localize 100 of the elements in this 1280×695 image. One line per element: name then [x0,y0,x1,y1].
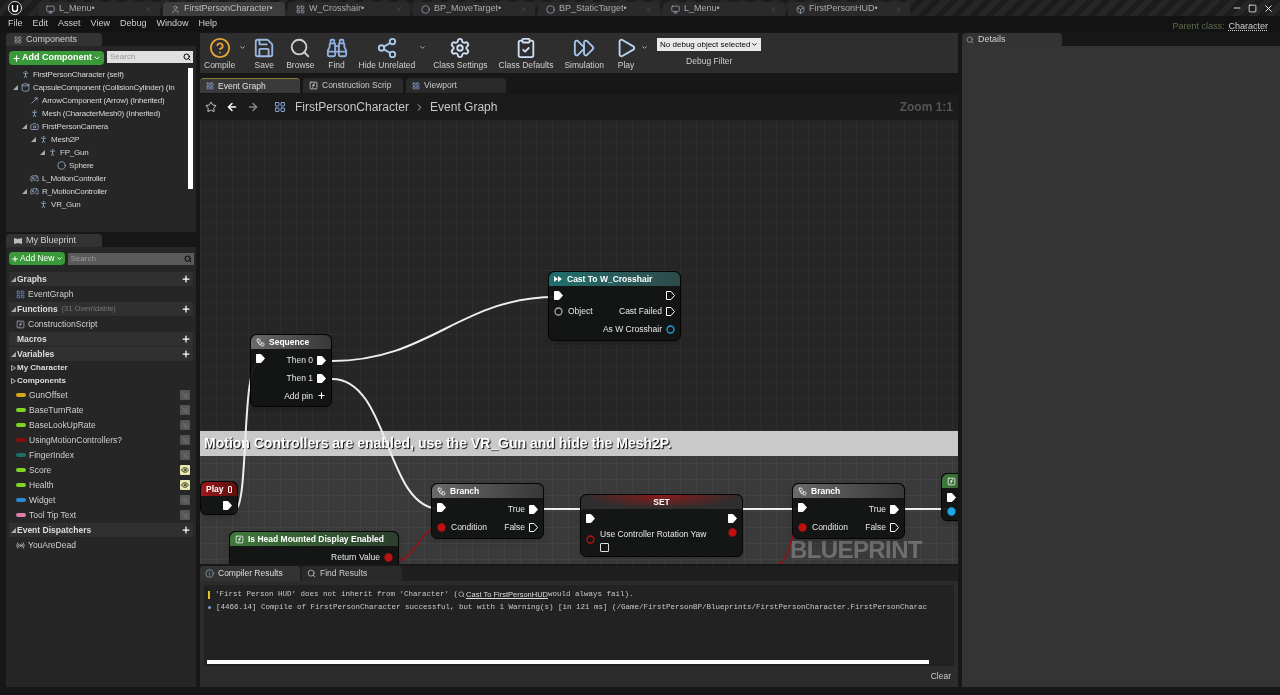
section-header[interactable]: Macros [9,332,193,346]
toolbar-button[interactable]: Save [249,33,280,73]
results-tab[interactable]: Find Results [302,566,402,581]
pin-label: Then 0 [286,354,313,367]
list-item[interactable]: GunOffset [29,388,68,402]
pin-label: Return Value [331,551,380,564]
list-item[interactable]: ConstructionScript [28,317,98,331]
panel-tab[interactable]: Components [6,33,102,46]
search-field[interactable]: Search [107,51,183,63]
pin-label: Add pin [284,389,313,403]
menu-item[interactable]: Edit [32,17,49,31]
menu-item[interactable]: View [90,17,110,31]
debug-filter-dropdown[interactable]: No debug object selected [657,38,762,52]
tree-item[interactable]: CapsuleComponent (CollisionCylinder) (In [33,81,175,94]
parent-class-label: Parent class: [1172,20,1225,34]
tree-item[interactable]: L_MotionController [42,172,106,185]
pin-label: True [507,503,525,516]
toolbar-button[interactable]: Class Settings [429,33,492,73]
graph-tab[interactable]: Construction Scrip [303,78,403,93]
pin-label: False [865,520,886,534]
toolbar-button[interactable]: Find [321,33,352,73]
clear-button[interactable]: Clear [927,670,954,683]
node-title: Branch [811,484,841,498]
section-title: Macros [17,332,47,346]
blueprint-node[interactable]: Cast To W_Crosshair Object Cast Failed As W Crosshair [548,271,681,341]
toolbar-button[interactable]: Play [611,33,642,73]
toolbar-button[interactable]: Class Defaults [494,33,558,73]
node-title: SET [653,495,670,509]
tree-item[interactable]: Mesh (CharacterMesh0) (Inherited) [42,107,161,120]
panel-tab[interactable]: Details [962,33,1062,46]
document-tab[interactable]: BP_StaticTarget• [538,2,660,16]
tree-item[interactable]: R_MotionController [42,185,108,198]
tree-item[interactable]: FP_Gun [60,146,89,159]
pin-label: Then 1 [286,371,313,385]
node-title: Is Head Mounted Display Enabled [248,532,385,546]
list-item[interactable]: FingerIndex [29,448,74,462]
blueprint-node[interactable]: Branch True Condition False [792,483,905,539]
document-tab[interactable]: W_Crosshair• [288,2,410,16]
panel-tab[interactable]: My Blueprint [6,234,102,247]
list-item[interactable]: Widget [29,493,56,507]
tree-item[interactable]: FirstPersonCamera [42,120,108,133]
section-title: Event Dispatchers [17,523,92,537]
toolbar-button[interactable]: Simulation [560,33,609,73]
list-item[interactable]: Score [29,463,52,477]
node-title: Play [206,482,224,496]
pin-label: True [868,503,886,516]
tree-item[interactable]: Mesh2P [51,133,80,146]
category-label[interactable]: Components [17,375,66,387]
graph-tab[interactable]: Event Graph [200,78,300,93]
section-title: Graphs [17,272,47,286]
blueprint-node[interactable]: Is Head Mounted Display Enabled Return Value [229,531,399,564]
add-component-button[interactable]: Add Component [9,51,104,65]
toolbar-button[interactable]: Hide Unrelated [354,33,420,73]
category-label[interactable]: My Character [17,362,68,374]
breadcrumb-item[interactable]: Event Graph [430,98,498,116]
tree-item[interactable]: Sphere [69,159,94,172]
pin-label: Condition [812,520,848,534]
document-tab[interactable]: L_Menu• [663,2,785,16]
document-tab[interactable]: BP_MoveTarget• [413,2,535,16]
pin-label: Condition [451,520,487,534]
menu-item[interactable]: Asset [58,17,81,31]
blueprint-node[interactable]: Sequence Then 0 Then 1 Add pin [250,334,332,408]
list-item[interactable]: EventGraph [28,287,74,301]
toolbar-button[interactable]: Browse [282,33,319,73]
pin-label: Use Controller Rotation Yaw [600,528,707,541]
tree-item[interactable]: FirstPersonCharacter (self) [33,68,124,81]
menu-item[interactable]: Window [156,17,189,31]
document-tab[interactable]: FirstPersonCharacter• [163,2,285,16]
tree-item[interactable]: VR_Gun [51,198,81,211]
pin-label: Cast Failed [619,305,662,318]
blueprint-node[interactable]: Play [200,481,238,515]
node-title: Cast To W_Crosshair [567,272,653,286]
node-title: Sequence [269,335,310,349]
document-tab[interactable]: FirstPersonHUD• [788,2,910,16]
list-item[interactable]: Health [29,478,54,492]
pin-label: As W Crosshair [602,322,662,336]
list-item[interactable]: BaseLookUpRate [29,418,96,432]
zoom-label: Zoom 1:1 [899,99,953,116]
add-new-button[interactable]: Add New [9,252,65,265]
toolbar-button[interactable]: Compile [200,33,240,73]
document-tab[interactable]: L_Menu• [38,2,160,16]
list-item[interactable]: YouAreDead [28,538,76,552]
list-item[interactable]: Tool Tip Text [29,508,77,522]
section-header[interactable]: Graphs [9,272,193,286]
list-item[interactable]: BaseTurnRate [29,403,84,417]
results-tab[interactable]: Compiler Results [200,566,300,581]
graph-tab[interactable]: Viewport [406,78,506,93]
section-title: Functions [17,302,58,316]
section-header[interactable]: Event Dispatchers [9,523,193,537]
menu-item[interactable]: Debug [119,17,147,31]
menu-item[interactable]: File [8,17,23,31]
list-item[interactable]: UsingMotionControllers? [29,433,123,447]
section-title: Variables [17,347,55,361]
breadcrumb-item[interactable]: FirstPersonCharacter [295,98,410,116]
parent-class-link[interactable]: Character [1228,20,1268,34]
tree-item[interactable]: ArrowComponent (Arrow) (Inherited) [42,94,165,107]
blueprint-node[interactable]: Branch True Condition False [431,483,544,539]
menu-item[interactable]: Help [198,17,217,31]
section-header[interactable]: Variables [9,347,193,361]
blueprint-node[interactable]: SET Use Controller Rotation Yaw [580,494,743,557]
